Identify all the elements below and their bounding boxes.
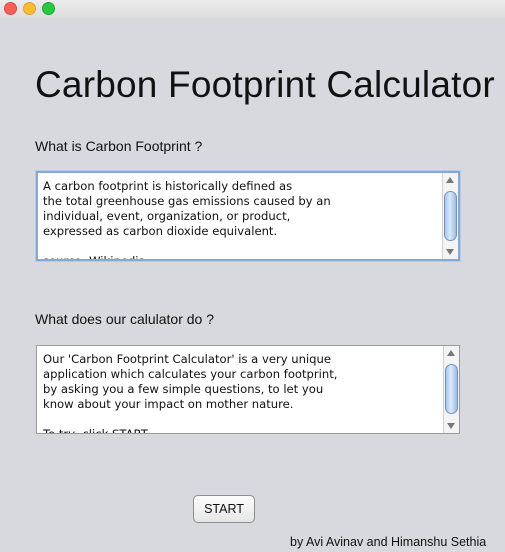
close-window-icon[interactable] [4,2,17,15]
carbon-footprint-description-text: A carbon footprint is historically defin… [43,179,331,261]
what-does-calculator-do-label: What does our calulator do ? [35,311,214,327]
calculator-description-text: Our 'Carbon Footprint Calculator' is a v… [43,352,338,434]
calculator-description-scrollbar[interactable] [443,346,459,433]
scroll-down-arrow-icon[interactable] [447,423,455,429]
scroll-thumb[interactable] [445,364,458,414]
calculator-description-textarea[interactable]: Our 'Carbon Footprint Calculator' is a v… [36,345,460,434]
what-is-carbon-footprint-label: What is Carbon Footprint ? [35,138,203,154]
credits-text: by Avi Avinav and Himanshu Sethia [290,535,487,549]
scroll-thumb[interactable] [444,191,457,241]
start-button[interactable]: START [193,495,255,523]
zoom-window-icon[interactable] [42,2,55,15]
scroll-up-arrow-icon[interactable] [446,177,454,183]
window-titlebar [0,0,505,18]
scroll-up-arrow-icon[interactable] [447,350,455,356]
scroll-down-arrow-icon[interactable] [446,249,454,255]
app-title: Carbon Footprint Calculator [35,64,495,105]
carbon-footprint-description-textarea[interactable]: A carbon footprint is historically defin… [36,171,460,261]
carbon-footprint-description-scrollbar[interactable] [442,173,458,259]
minimize-window-icon[interactable] [23,2,36,15]
